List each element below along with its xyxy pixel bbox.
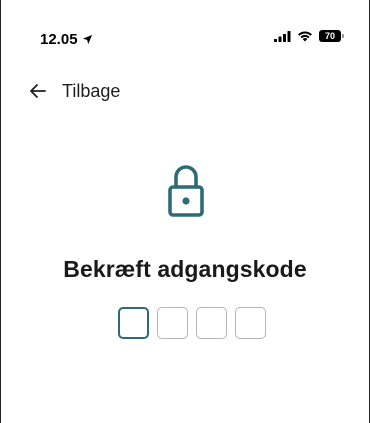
page-title: Bekræft adgangskode: [63, 256, 307, 282]
back-button[interactable]: Tilbage: [29, 78, 120, 104]
back-label: Tilbage: [62, 80, 121, 101]
pin-input[interactable]: [118, 307, 266, 339]
pin-digit-4[interactable]: [235, 307, 266, 339]
status-time-group: 12.05: [40, 31, 93, 48]
status-bar: 12.05 70: [0, 0, 370, 66]
pin-digit-2[interactable]: [157, 307, 188, 339]
pin-digit-1[interactable]: [118, 307, 149, 339]
wifi-icon: [298, 31, 312, 42]
location-arrow-icon: [82, 34, 92, 45]
battery-icon: 70: [319, 30, 344, 42]
battery-level: 70: [324, 31, 335, 41]
pin-digit-3[interactable]: [196, 307, 227, 339]
arrow-left-icon: [30, 84, 46, 98]
lock-icon: [168, 165, 204, 217]
signal-icon: [274, 30, 291, 42]
status-indicators: 70: [274, 30, 344, 42]
status-time: 12.05: [40, 31, 78, 48]
